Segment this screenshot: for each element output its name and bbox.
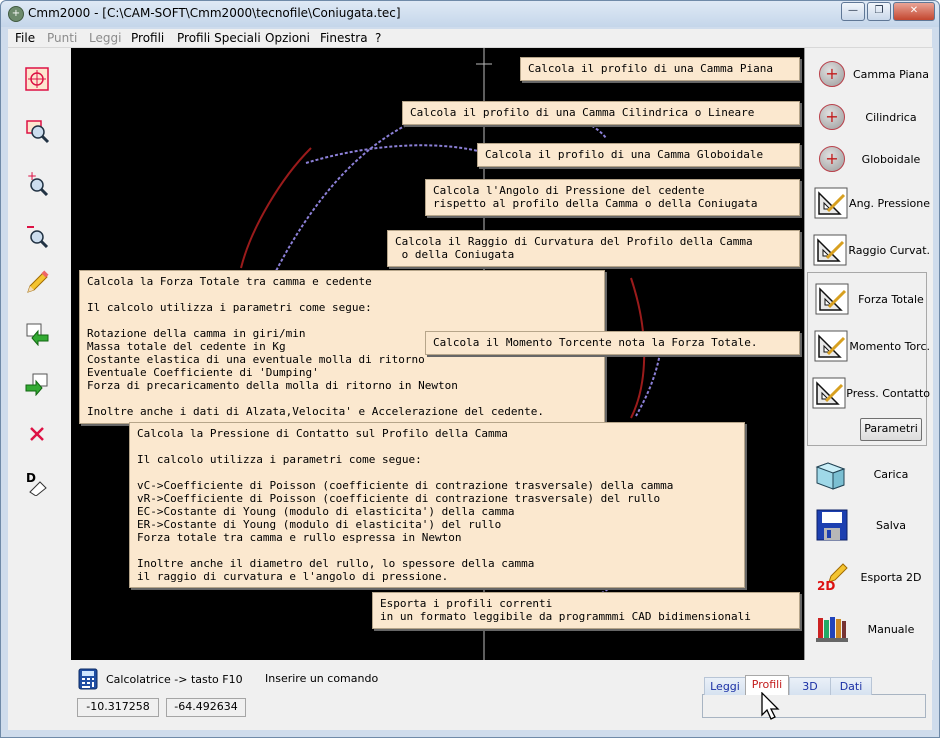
measure-distance-icon[interactable]: D (22, 468, 52, 498)
tooltip-cilindrica: Calcola il profilo di una Camma Cilindri… (402, 101, 800, 125)
cam-circle-icon: + (819, 104, 845, 130)
manuale-label: Manuale (867, 622, 915, 636)
tooltip-camma-piana: Calcola il profilo di una Camma Piana (520, 57, 800, 81)
coord-y-field: -64.492634 (166, 698, 246, 717)
mouse-cursor-icon (760, 691, 782, 725)
menu-help[interactable]: ? (375, 31, 381, 45)
carica-label: Carica (873, 467, 909, 481)
menu-opzioni[interactable]: Opzioni (265, 31, 310, 45)
ang-pressione-button[interactable]: Ang. Pressione (806, 181, 930, 225)
salva-label: Salva (875, 518, 907, 532)
globoidale-label: Globoidale (861, 152, 921, 166)
measure-d-label: D (26, 471, 36, 485)
zoom-window-icon[interactable] (22, 116, 52, 146)
esporta-2d-label: Esporta 2D (860, 570, 922, 584)
export-2d-icon: 2D (817, 563, 848, 593)
carica-button[interactable]: Carica (806, 452, 930, 496)
close-button[interactable]: ✕ (893, 2, 935, 21)
minimize-button[interactable]: — (841, 2, 865, 21)
center-view-icon[interactable] (22, 64, 52, 94)
tooltip-ang-pressione: Calcola l'Angolo di Pressione del cedent… (425, 179, 800, 216)
menu-punti[interactable]: Punti (47, 31, 77, 45)
calculator-hint: Calcolatrice -> tasto F10 (106, 673, 243, 686)
coord-x-field: -10.317258 (77, 698, 159, 717)
profile-conjugate-curve (240, 147, 312, 269)
tooltip-pressione-contatto: Calcola la Pressione di Contatto sul Pro… (129, 422, 745, 588)
set-square-icon (814, 330, 848, 362)
forza-totale-label: Forza Totale (858, 292, 924, 306)
pencil-icon[interactable] (22, 268, 52, 298)
forza-totale-button[interactable]: Forza Totale (806, 277, 930, 321)
parametri-button[interactable]: Parametri (860, 418, 922, 441)
esporta-2d-button[interactable]: 2D Esporta 2D (806, 555, 930, 599)
press-contatto-button[interactable]: Press. Contatto (806, 371, 930, 415)
tab-dati[interactable]: Dati (830, 677, 872, 695)
cilindrica-button[interactable]: + Cilindrica (806, 95, 930, 139)
floppy-disk-icon (816, 509, 848, 541)
tab-panel (702, 694, 926, 718)
export-2d-icon-text: 2D (817, 579, 835, 593)
export-arrow-icon[interactable] (22, 368, 52, 398)
salva-button[interactable]: Salva (806, 503, 930, 547)
menu-finestra[interactable]: Finestra (320, 31, 368, 45)
menu-leggi[interactable]: Leggi (89, 31, 121, 45)
zoom-out-icon[interactable] (22, 220, 52, 250)
tooltip-globoidale: Calcola il profilo di una Camma Globoida… (477, 143, 800, 167)
tab-3d[interactable]: 3D (789, 677, 831, 695)
drawing-canvas[interactable]: Calcola il profilo di una Camma Piana Ca… (71, 48, 804, 660)
ang-pressione-label: Ang. Pressione (849, 196, 930, 210)
profile-main-curve-right (635, 347, 662, 417)
open-folder-icon (815, 462, 846, 490)
menu-profili-speciali[interactable]: Profili Speciali (177, 31, 261, 45)
globoidale-button[interactable]: + Globoidale (806, 137, 930, 181)
set-square-icon (813, 234, 847, 266)
restore-button[interactable]: ❐ (867, 2, 891, 21)
window-title: Cmm2000 - [C:\CAM-SOFT\Cmm2000\tecnofile… (28, 6, 401, 20)
momento-torc-button[interactable]: Momento Torc. (806, 324, 930, 368)
raggio-curvat-button[interactable]: Raggio Curvat. (806, 228, 930, 272)
menu-file[interactable]: File (15, 31, 35, 45)
tooltip-raggio-curvatura: Calcola il Raggio di Curvatura del Profi… (387, 230, 800, 267)
menu-profili[interactable]: Profili (131, 31, 164, 45)
zoom-in-icon[interactable]: + (22, 168, 52, 198)
momento-torc-label: Momento Torc. (849, 339, 930, 353)
set-square-icon (815, 283, 849, 315)
profile-main-curve-inner (305, 144, 502, 164)
camma-piana-button[interactable]: + Camma Piana (806, 52, 930, 96)
import-arrow-icon[interactable] (22, 318, 52, 348)
camma-piana-label: Camma Piana (853, 67, 929, 81)
cilindrica-label: Cilindrica (865, 110, 917, 124)
app-icon[interactable]: + (8, 6, 24, 22)
tooltip-momento-torcente: Calcola il Momento Torcente nota la Forz… (425, 331, 800, 355)
tooltip-esporta: Esporta i profili correnti in un formato… (372, 592, 800, 629)
books-icon (816, 617, 848, 642)
command-prompt: Inserire un comando (265, 672, 379, 685)
manuale-button[interactable]: Manuale (806, 607, 930, 651)
cam-circle-icon: + (819, 146, 845, 172)
delete-x-icon[interactable] (22, 418, 52, 448)
set-square-icon (814, 187, 848, 219)
press-contatto-label: Press. Contatto (846, 386, 930, 400)
calculator-icon[interactable] (78, 668, 98, 693)
tab-leggi[interactable]: Leggi (704, 677, 746, 695)
raggio-curvat-label: Raggio Curvat. (848, 243, 930, 257)
set-square-icon (812, 377, 846, 409)
cam-circle-icon: + (819, 61, 845, 87)
